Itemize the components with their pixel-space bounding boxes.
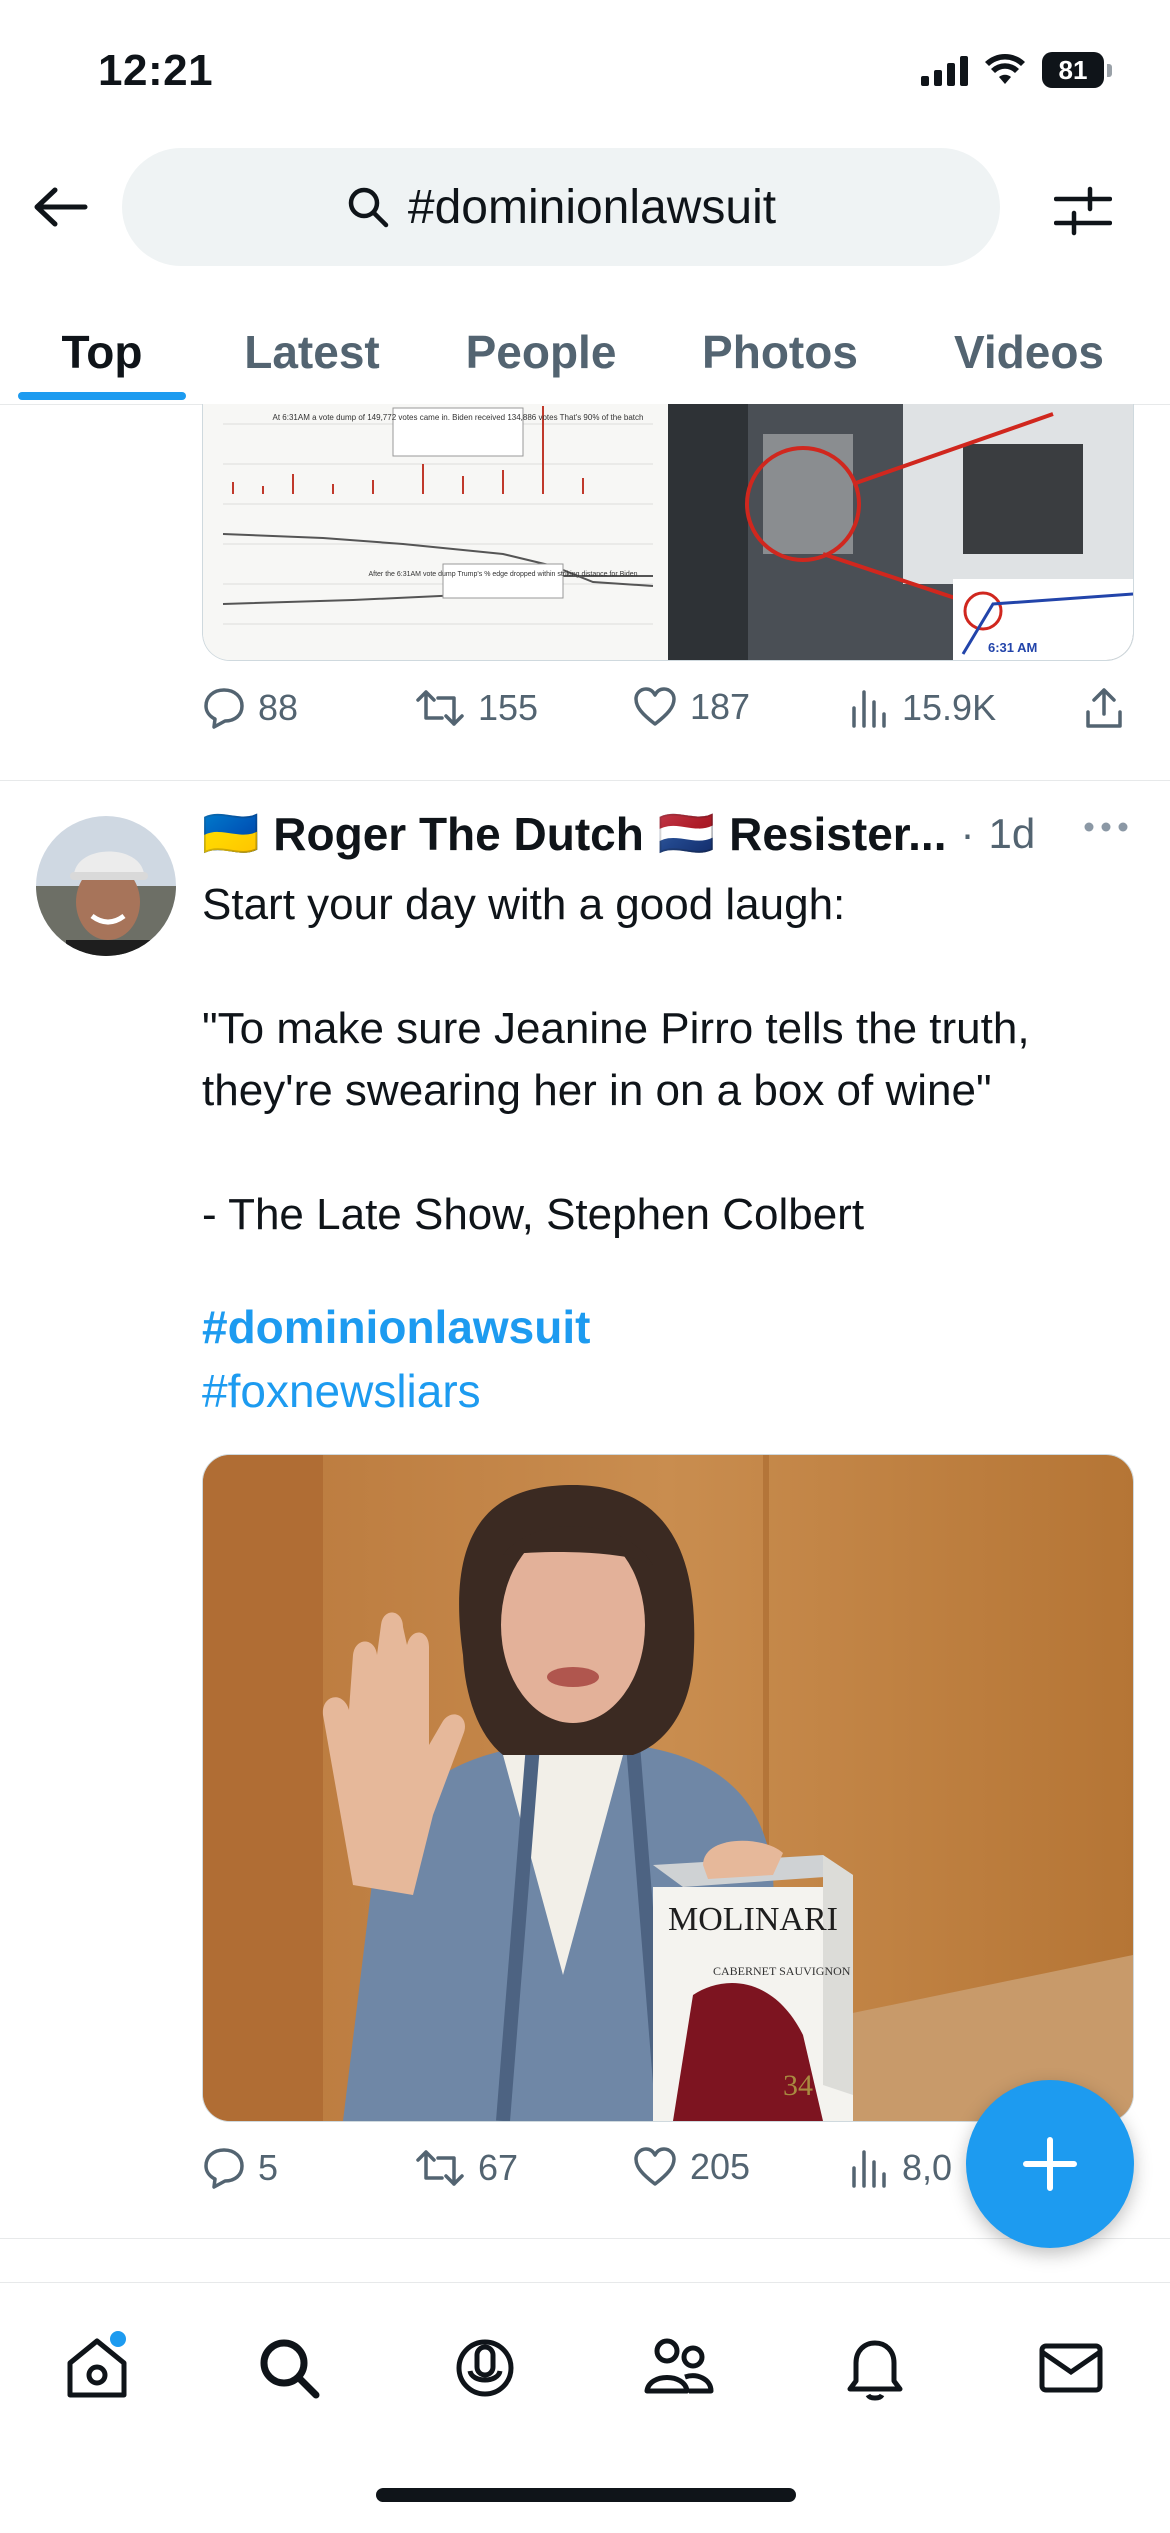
post-time: 1d: [988, 809, 1036, 857]
spaces-icon: [456, 2339, 514, 2397]
notification-dot: [110, 2331, 126, 2347]
analytics-icon: [852, 2150, 886, 2188]
hashtag-link-dominionlawsuit[interactable]: #dominionlawsuit: [202, 1300, 590, 1354]
nav-search[interactable]: [244, 2323, 334, 2413]
ukraine-flag-icon: 🇺🇦: [202, 807, 260, 859]
wifi-icon: [985, 54, 1025, 84]
photo-timestamp: 6:31 AM: [988, 640, 1037, 655]
nav-home[interactable]: [52, 2323, 142, 2413]
author-name-suffix: Resister...: [729, 807, 947, 860]
share-button[interactable]: [1082, 686, 1126, 730]
search-icon: [260, 2339, 320, 2399]
status-time: 12:21: [98, 46, 214, 95]
plus-icon: [1023, 2137, 1077, 2191]
repost-count: 67: [478, 2147, 519, 2188]
vote-chart-image: At 6:31AM a vote dump of 149,772 votes c…: [203, 404, 1133, 660]
nav-messages[interactable]: [1026, 2323, 1116, 2413]
repost-icon: [416, 690, 464, 726]
reply-count: 5: [258, 2147, 279, 2188]
search-input[interactable]: #dominionlawsuit: [122, 148, 1000, 266]
bell-icon: [847, 2340, 903, 2401]
reply-icon: [204, 2148, 244, 2189]
wine-box-variety: CABERNET SAUVIGNON: [713, 1964, 851, 1978]
more-dots-icon: [1084, 822, 1128, 832]
sliders-icon: [1054, 186, 1112, 236]
reply-icon: [204, 688, 244, 729]
post-divider: [0, 2238, 1170, 2239]
repost-count: 155: [478, 687, 539, 728]
home-indicator[interactable]: [376, 2488, 796, 2502]
author-name: Roger The Dutch: [273, 807, 644, 860]
hashtag-link-foxnewsliars[interactable]: #foxnewsliars: [202, 1364, 481, 1418]
avatar-image: [36, 816, 176, 956]
tab-people[interactable]: People: [446, 300, 636, 404]
like-count: 187: [690, 686, 751, 727]
more-options-button[interactable]: [1082, 820, 1130, 839]
search-query: #dominionlawsuit: [407, 180, 777, 234]
heart-icon: [634, 2147, 676, 2186]
back-button[interactable]: [26, 172, 96, 242]
communities-icon: [644, 2338, 714, 2394]
reply-button[interactable]: 88: [202, 686, 298, 730]
post-author-row[interactable]: 🇺🇦 Roger The Dutch 🇳🇱 Resister... · 1d: [202, 806, 1035, 861]
chart-caption-1: At 6:31AM a vote dump of 149,772 votes c…: [273, 413, 644, 422]
netherlands-flag-icon: 🇳🇱: [657, 807, 716, 859]
tab-videos[interactable]: Videos: [934, 300, 1124, 404]
wine-box-number: 34: [783, 2069, 813, 2102]
view-count: 8,0: [902, 2147, 953, 2188]
heart-icon: [634, 687, 676, 726]
meta-separator: ·: [960, 809, 975, 857]
mail-icon: [1039, 2343, 1103, 2393]
post-divider: [0, 780, 1170, 781]
arrow-left-icon: [34, 187, 88, 227]
battery-level: 81: [1042, 52, 1104, 88]
tab-top[interactable]: Top: [18, 300, 186, 404]
avatar[interactable]: [36, 816, 176, 956]
previous-post-media[interactable]: At 6:31AM a vote dump of 149,772 votes c…: [202, 404, 1134, 661]
like-button[interactable]: 187: [632, 686, 750, 728]
cellular-signal-icon: [921, 54, 968, 86]
like-count: 205: [690, 2146, 751, 2187]
nav-communities[interactable]: [634, 2323, 724, 2413]
active-tab-indicator: [18, 392, 186, 400]
reply-button[interactable]: 5: [202, 2146, 278, 2190]
analytics-icon: [852, 690, 886, 728]
search-tabs: Top Latest People Photos Videos: [0, 300, 1170, 405]
battery-icon: 81: [1042, 52, 1112, 88]
share-icon: [1086, 688, 1122, 728]
nav-notifications[interactable]: [830, 2323, 920, 2413]
repost-button[interactable]: 67: [414, 2146, 518, 2190]
status-icons: 81: [921, 52, 1112, 88]
search-icon: [348, 187, 389, 228]
views-button[interactable]: 8,0: [850, 2146, 952, 2190]
nav-spaces[interactable]: [440, 2323, 530, 2413]
search-settings-button[interactable]: [1050, 178, 1116, 244]
pirro-wine-box-image: MOLINARI CABERNET SAUVIGNON 34: [203, 1455, 1133, 2121]
tab-photos[interactable]: Photos: [680, 300, 880, 404]
chart-caption-2: After the 6:31AM vote dump Trump's % edg…: [368, 571, 637, 578]
views-button[interactable]: 15.9K: [850, 686, 996, 730]
repost-button[interactable]: 155: [414, 686, 538, 730]
view-count: 15.9K: [902, 687, 997, 728]
compose-post-button[interactable]: [966, 2080, 1134, 2248]
tab-latest[interactable]: Latest: [222, 300, 402, 404]
reply-count: 88: [258, 687, 299, 728]
post-image[interactable]: MOLINARI CABERNET SAUVIGNON 34: [202, 1454, 1134, 2122]
repost-icon: [416, 2150, 464, 2186]
like-button[interactable]: 205: [632, 2146, 750, 2188]
wine-box-brand: MOLINARI: [668, 1901, 838, 1938]
post-text: Start your day with a good laugh: "To ma…: [202, 880, 1030, 1239]
